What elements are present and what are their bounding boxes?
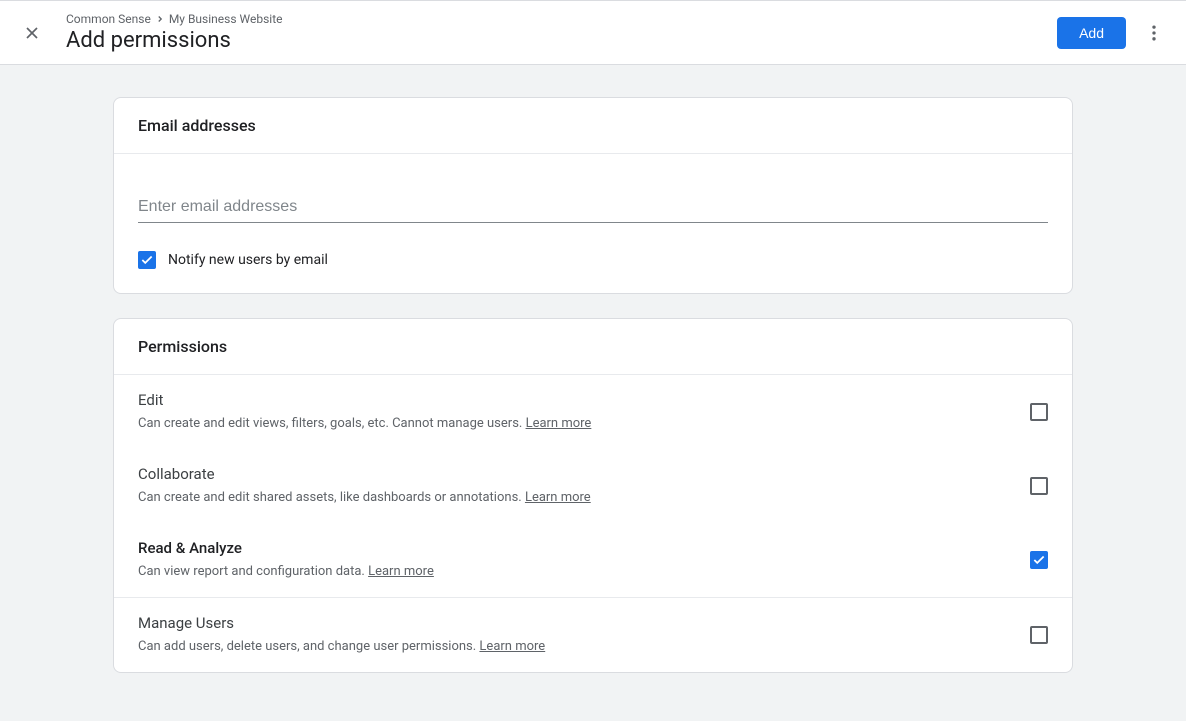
permission-row: Collaborate Can create and edit shared as… [114,449,1072,523]
learn-more-link[interactable]: Learn more [479,639,545,654]
permission-row: Manage Users Can add users, delete users,… [114,598,1072,672]
permission-description: Can create and edit views, filters, goal… [138,415,1010,433]
breadcrumb-parent[interactable]: Common Sense [66,12,151,26]
content-area: Email addresses Notify new users by emai… [0,65,1186,705]
learn-more-link[interactable]: Learn more [368,564,434,579]
permission-row: Edit Can create and edit views, filters, … [114,375,1072,449]
header-titles: Common Sense My Business Website Add per… [66,12,1057,54]
permission-checkbox[interactable] [1030,403,1048,421]
chevron-right-icon [155,14,165,24]
permission-title: Collaborate [138,465,1010,483]
permission-title: Edit [138,391,1010,409]
add-button[interactable]: Add [1057,17,1126,49]
permission-title: Read & Analyze [138,539,1010,557]
permission-title: Manage Users [138,614,1010,632]
more-vert-icon [1144,23,1164,43]
notify-label: Notify new users by email [168,252,328,268]
more-menu-button[interactable] [1134,13,1174,53]
permission-checkbox[interactable] [1030,551,1048,569]
permissions-card: Permissions Edit Can create and edit view… [113,318,1073,673]
permission-row: Read & Analyze Can view report and config… [114,523,1072,597]
notify-checkbox[interactable] [138,251,156,269]
permission-description: Can view report and configuration data. … [138,563,1010,581]
breadcrumb: Common Sense My Business Website [66,12,1057,26]
permissions-card-header: Permissions [114,319,1072,375]
breadcrumb-child[interactable]: My Business Website [169,12,283,26]
learn-more-link[interactable]: Learn more [526,416,592,431]
notify-row[interactable]: Notify new users by email [138,251,1048,269]
email-input[interactable] [138,192,1048,223]
learn-more-link[interactable]: Learn more [525,490,591,505]
permission-description: Can add users, delete users, and change … [138,638,1010,656]
email-card-header: Email addresses [114,98,1072,154]
permission-checkbox[interactable] [1030,626,1048,644]
permissions-list: Edit Can create and edit views, filters, … [114,375,1072,672]
page-title: Add permissions [66,28,1057,54]
permission-description: Can create and edit shared assets, like … [138,489,1010,507]
permission-checkbox[interactable] [1030,477,1048,495]
header-bar: Common Sense My Business Website Add per… [0,0,1186,65]
check-icon [1032,553,1046,567]
close-button[interactable] [12,13,52,53]
email-card: Email addresses Notify new users by emai… [113,97,1073,294]
close-icon [22,23,42,43]
check-icon [140,253,154,267]
